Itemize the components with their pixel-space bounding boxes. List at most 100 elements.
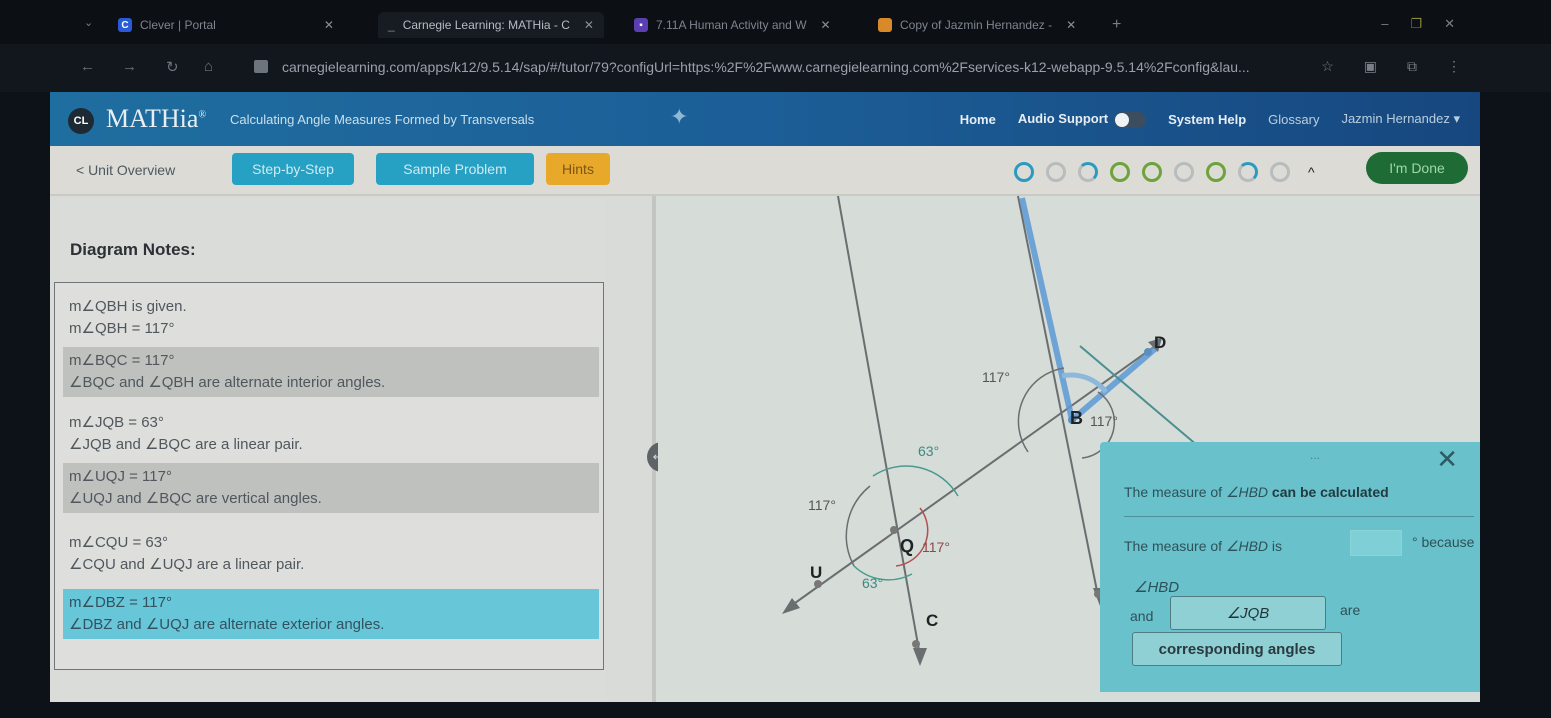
divider — [1124, 516, 1474, 517]
close-tab-icon[interactable]: ✕ — [324, 18, 334, 32]
top-nav: Home Audio Support System Help Glossary … — [960, 111, 1460, 128]
note-measure: m∠DBZ = 117° — [69, 594, 172, 611]
diagram-note: m∠JQB = 63° ∠JQB and ∠BQC are a linear pa… — [63, 409, 599, 459]
mathia-logo: MATHia® — [106, 104, 206, 134]
note-reason: ∠CQU and ∠UQJ are a linear pair. — [69, 556, 305, 573]
new-tab-icon[interactable]: + — [1112, 16, 1121, 34]
glossary-link[interactable]: Glossary — [1268, 112, 1319, 127]
close-icon[interactable]: ✕ — [1436, 444, 1458, 475]
site-info-icon[interactable] — [254, 60, 268, 73]
tab-mathia[interactable]: _ Carnegie Learning: MATHia - C ✕ — [378, 12, 604, 38]
label-u: U — [810, 563, 822, 582]
because-text: ° because — [1412, 534, 1475, 550]
slides-icon — [878, 18, 892, 32]
puzzle-icon[interactable]: ⧉ — [1407, 58, 1417, 75]
close-window-icon[interactable]: ✕ — [1444, 16, 1455, 32]
home-link[interactable]: Home — [960, 112, 996, 127]
note-measure: m∠JQB = 63° — [69, 414, 164, 431]
angle-measure-input[interactable] — [1350, 530, 1402, 556]
notes-title: Diagram Notes: — [70, 240, 196, 259]
audio-support-label: Audio Support — [1017, 111, 1109, 126]
angle-select-dropdown[interactable]: ∠JQB — [1170, 596, 1326, 630]
menu-icon[interactable]: ⋮ — [1447, 58, 1461, 75]
url-field[interactable]: carnegielearning.com/apps/k12/9.5.14/sap… — [282, 59, 1250, 75]
app-header: CL MATHia® Calculating Angle Measures Fo… — [50, 92, 1480, 146]
minimize-icon[interactable]: – — [1381, 16, 1388, 32]
point-c[interactable] — [912, 640, 920, 648]
sparkle-icon: ✦ — [670, 104, 689, 129]
tab-slides[interactable]: Copy of Jazmin Hernandez - ✕ — [878, 12, 1076, 38]
angle-arc-q-left — [845, 485, 871, 567]
note-reason: ∠BQC and ∠QBH are alternate interior ang… — [69, 374, 386, 391]
angle-label-q-upper: 63° — [918, 443, 939, 459]
note-measure: m∠CQU = 63° — [69, 534, 169, 551]
bookmark-star-icon[interactable]: ☆ — [1321, 58, 1334, 75]
restore-icon[interactable]: ❐ — [1410, 16, 1422, 32]
label-c: C — [926, 611, 938, 630]
home-icon[interactable]: ⌂ — [204, 58, 213, 75]
classroom-icon: ▪ — [634, 18, 648, 32]
point-d[interactable] — [1144, 348, 1152, 356]
note-measure: m∠BQC = 117° — [69, 352, 175, 369]
point-q[interactable] — [890, 526, 898, 534]
relationship-select-dropdown[interactable]: corresponding angles — [1132, 632, 1342, 666]
are-text: are — [1340, 602, 1361, 618]
tab-title: 7.11A Human Activity and W — [656, 18, 807, 32]
label-d: D — [1154, 333, 1166, 352]
address-bar-row: ← → ↻ ⌂ carnegielearning.com/apps/k12/9.… — [0, 44, 1551, 92]
close-tab-icon[interactable]: ✕ — [1066, 18, 1076, 32]
and-text: and — [1130, 608, 1154, 624]
toolbar: < Unit Overview Step-by-Step Sample Prob… — [50, 146, 1480, 196]
tab-classroom[interactable]: ▪ 7.11A Human Activity and W ✕ — [634, 12, 831, 38]
label-b: B — [1070, 408, 1083, 428]
ray-bh-highlight — [1019, 197, 1075, 421]
user-name: Jazmin Hernandez — [1341, 111, 1450, 127]
angle-hbd-arc — [1061, 372, 1108, 394]
toggle-switch[interactable] — [1114, 111, 1147, 128]
diagram-note: m∠QBH is given. m∠QBH = 117° — [63, 293, 599, 343]
tab-title: Clever | Portal — [140, 18, 216, 32]
note-reason: ∠JQB and ∠BQC are a linear pair. — [69, 436, 303, 453]
note-reason: ∠UQJ and ∠BQC are vertical angles. — [69, 490, 322, 507]
progress-ring — [1014, 162, 1034, 182]
logo-text: MATHia — [106, 104, 199, 133]
hints-button[interactable]: Hints — [546, 153, 610, 185]
audio-support-toggle[interactable]: Audio Support — [1017, 111, 1147, 128]
drag-handle[interactable]: ... — [1310, 448, 1320, 462]
answer-sentence: The measure of ∠HBD is — [1124, 538, 1282, 555]
back-icon[interactable]: ← — [80, 58, 95, 75]
progress-ring — [1046, 162, 1066, 182]
notes-box: m∠QBH is given. m∠QBH = 117° m∠BQC = 117° ∠… — [54, 282, 604, 670]
tab-clever[interactable]: C Clever | Portal ✕ — [118, 12, 334, 38]
diagram-note: m∠UQJ = 117° ∠UQJ and ∠BQC are vertical a… — [63, 463, 599, 513]
close-tab-icon[interactable]: ✕ — [584, 18, 594, 32]
registered-mark: ® — [198, 109, 207, 121]
tab-search-chevron-icon[interactable]: ⌄ — [84, 16, 93, 29]
diagram-note: m∠CQU = 63° ∠CQU and ∠UQJ are a linear pa… — [63, 529, 599, 579]
diagram-notes-pane: Diagram Notes: m∠QBH is given. m∠QBH = 11… — [50, 198, 606, 702]
prompt-bold-text: can be calculated — [1268, 484, 1389, 500]
note-reason: ∠DBZ and ∠UQJ are alternate exterior ang… — [69, 616, 385, 633]
angle-label-b-right: 117° — [1090, 413, 1118, 429]
note-measure: m∠QBH is given. — [69, 298, 187, 315]
reload-icon[interactable]: ↻ — [166, 58, 179, 76]
extension-icon[interactable]: ▣ — [1364, 58, 1377, 75]
ray-bd-highlight — [1070, 345, 1158, 423]
user-menu[interactable]: Jazmin Hernandez ▾ — [1341, 111, 1460, 127]
note-measure: m∠UQJ = 117° — [69, 468, 172, 485]
step-by-step-button[interactable]: Step-by-Step — [232, 153, 354, 185]
close-tab-icon[interactable]: ✕ — [821, 18, 831, 32]
question-prompt: The measure of ∠HBD can be calculated — [1124, 484, 1389, 501]
unit-overview-link[interactable]: < Unit Overview — [76, 162, 175, 178]
system-help-link[interactable]: System Help — [1168, 112, 1246, 127]
prompt-text: The measure of — [1124, 484, 1226, 500]
progress-ring — [1238, 162, 1258, 182]
sample-problem-button[interactable]: Sample Problem — [376, 153, 534, 185]
progress-ring — [1078, 162, 1098, 182]
arrow-c-icon — [913, 648, 927, 666]
tab-title: Copy of Jazmin Hernandez - — [900, 18, 1053, 32]
im-done-button[interactable]: I'm Done — [1366, 152, 1468, 184]
forward-icon[interactable]: → — [122, 58, 137, 75]
note-reason: m∠QBH = 117° — [69, 320, 175, 337]
collapse-progress-icon[interactable]: ^ — [1308, 164, 1315, 180]
